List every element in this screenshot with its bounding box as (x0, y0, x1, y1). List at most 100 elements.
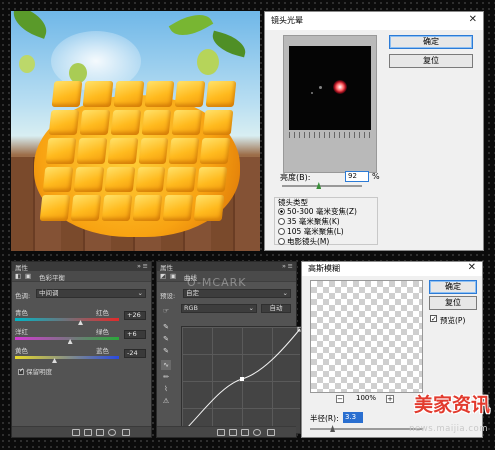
radius-input[interactable]: 3.3 (343, 412, 363, 423)
panel-menu-icon[interactable]: ≡ (143, 262, 148, 270)
reset-button[interactable]: 复位 (429, 296, 477, 310)
adjustment-icon: ◧ (15, 272, 22, 280)
collapse-icon[interactable]: » (282, 262, 286, 270)
flare-preview[interactable] (289, 46, 371, 130)
panel-subheader: ◩ ▣ 曲线 O-MCARK (157, 271, 296, 289)
watermark-text: O-MCARK (187, 276, 247, 289)
cyan-red-slider[interactable] (15, 318, 119, 321)
radio-icon[interactable] (278, 238, 285, 245)
magenta-green-slider[interactable] (15, 337, 119, 340)
slider-value-input[interactable]: +26 (124, 311, 146, 320)
dialog-title: 镜头光晕 (271, 16, 303, 25)
smooth-icon[interactable]: ⌇ (161, 384, 171, 394)
leaf (11, 11, 52, 39)
background-fruit (69, 63, 87, 83)
pencil-tool-icon[interactable]: ✏ (161, 372, 171, 382)
mango-cubes (39, 81, 237, 221)
mask-icon: ▣ (170, 272, 177, 280)
panel-subheader: ◧ ▣ 色彩平衡 (12, 271, 151, 282)
preset-select[interactable]: 自定 ⌄ (183, 289, 291, 298)
view-previous-icon[interactable] (229, 429, 237, 436)
radio-icon[interactable] (278, 228, 285, 235)
slider-left-label: 洋红 (15, 328, 28, 336)
panel-menu-icon[interactable]: ≡ (288, 262, 293, 270)
brightness-input[interactable]: 92 (345, 171, 369, 182)
visibility-eye-icon[interactable] (108, 429, 116, 436)
reset-icon[interactable] (96, 429, 104, 436)
dialog-titlebar: 高斯模糊 ✕ (302, 262, 482, 276)
color-balance-panel: 属性 » ≡ ◧ ▣ 色彩平衡 色调: 中间调 ⌄ 青色 红色 +26 洋红 绿色… (11, 261, 152, 438)
curves-graph[interactable] (181, 326, 302, 434)
panel-header: 属性 » ≡ (12, 262, 151, 272)
clipping-warning-icon[interactable]: ⚠ (161, 396, 171, 406)
slider-right-label: 红色 (96, 309, 109, 317)
chevron-down-icon: ⌄ (137, 289, 143, 297)
preset-label: 预设: (160, 292, 176, 300)
preview-checkbox[interactable]: ✓ (430, 315, 437, 323)
curves-panel: 属性 » ≡ ◩ ▣ 曲线 O-MCARK 预设: 自定 ⌄ RGB ⌄ 自动 ☞ … (156, 261, 302, 438)
panel-header: 属性 » ≡ (157, 262, 296, 272)
site-logo: 美家资讯 (413, 394, 490, 416)
eyedropper-black-icon[interactable]: ✎ (161, 322, 171, 332)
panel-title: 色彩平衡 (39, 274, 65, 282)
site-url: news.maijia.com (409, 424, 488, 434)
slider-left-label: 黄色 (15, 347, 28, 355)
ok-button[interactable]: 确定 (429, 280, 477, 294)
close-icon[interactable]: ✕ (469, 14, 477, 25)
mask-icon: ▣ (25, 272, 32, 280)
preview-label: 预览(P) (440, 316, 466, 325)
panel-footer (157, 426, 296, 437)
background-fruit (197, 49, 219, 75)
brightness-unit: % (372, 172, 380, 181)
background-fruit (19, 55, 35, 73)
reset-icon[interactable] (241, 429, 249, 436)
trash-icon[interactable] (267, 429, 275, 436)
slider-left-label: 青色 (15, 309, 28, 317)
clip-to-layer-icon[interactable] (217, 429, 225, 436)
brightness-label: 亮度(B): (280, 173, 311, 182)
chevron-down-icon: ⌄ (282, 289, 288, 297)
tone-label: 色调: (15, 292, 31, 300)
flare-artifact (311, 92, 313, 94)
lens-flare-dialog: 镜头光晕 ✕ 确定 复位 亮度(B): 92 % 镜头类型 50-300 毫米变… (264, 11, 484, 251)
preserve-luminosity-option[interactable]: ✓ 保留明度 (18, 366, 52, 376)
radio-icon[interactable] (278, 218, 285, 225)
dialog-title: 高斯模糊 (308, 264, 340, 273)
visibility-eye-icon[interactable] (253, 429, 261, 436)
preview-ruler (289, 132, 371, 138)
slider-value-input[interactable]: -24 (124, 349, 146, 358)
blur-preview[interactable] (310, 280, 423, 393)
slider-right-label: 蓝色 (96, 347, 109, 355)
auto-button[interactable]: 自动 (261, 304, 291, 313)
clip-to-layer-icon[interactable] (72, 429, 80, 436)
ok-button[interactable]: 确定 (389, 35, 473, 49)
reset-button[interactable]: 复位 (389, 54, 473, 68)
trash-icon[interactable] (122, 429, 130, 436)
zoom-level: 100% (356, 394, 377, 402)
brightness-slider[interactable] (282, 185, 362, 187)
channel-select[interactable]: RGB ⌄ (181, 304, 257, 313)
eyedropper-gray-icon[interactable]: ✎ (161, 334, 171, 344)
close-icon[interactable]: ✕ (468, 262, 476, 273)
curve-point-mid[interactable] (240, 377, 244, 381)
slider-value-input[interactable]: +6 (124, 330, 146, 339)
radio-selected-icon[interactable] (278, 208, 285, 215)
lens-option-movie[interactable]: 电影镜头(M) (278, 236, 329, 247)
view-previous-icon[interactable] (84, 429, 92, 436)
checkbox-checked-icon[interactable]: ✓ (18, 367, 24, 375)
yellow-blue-slider[interactable] (15, 356, 119, 359)
curve-point-tool-icon[interactable]: ∿ (161, 360, 171, 370)
eyedropper-white-icon[interactable]: ✎ (161, 346, 171, 356)
tone-select[interactable]: 中间调 ⌄ (36, 289, 146, 298)
collapse-icon[interactable]: » (137, 262, 141, 270)
site-watermark: 美家资讯 news.maijia.com (378, 390, 490, 444)
slider-right-label: 绿色 (96, 328, 109, 336)
panel-footer (12, 426, 151, 437)
flare-artifact (319, 86, 322, 89)
on-image-adjust-icon[interactable]: ☞ (161, 306, 171, 316)
flare-center-handle[interactable] (333, 80, 347, 94)
dialog-titlebar: 镜头光晕 ✕ (265, 12, 483, 30)
zoom-out-button[interactable]: − (336, 395, 344, 403)
adjustment-icon: ◩ (160, 272, 167, 280)
mango-photo (11, 11, 260, 251)
